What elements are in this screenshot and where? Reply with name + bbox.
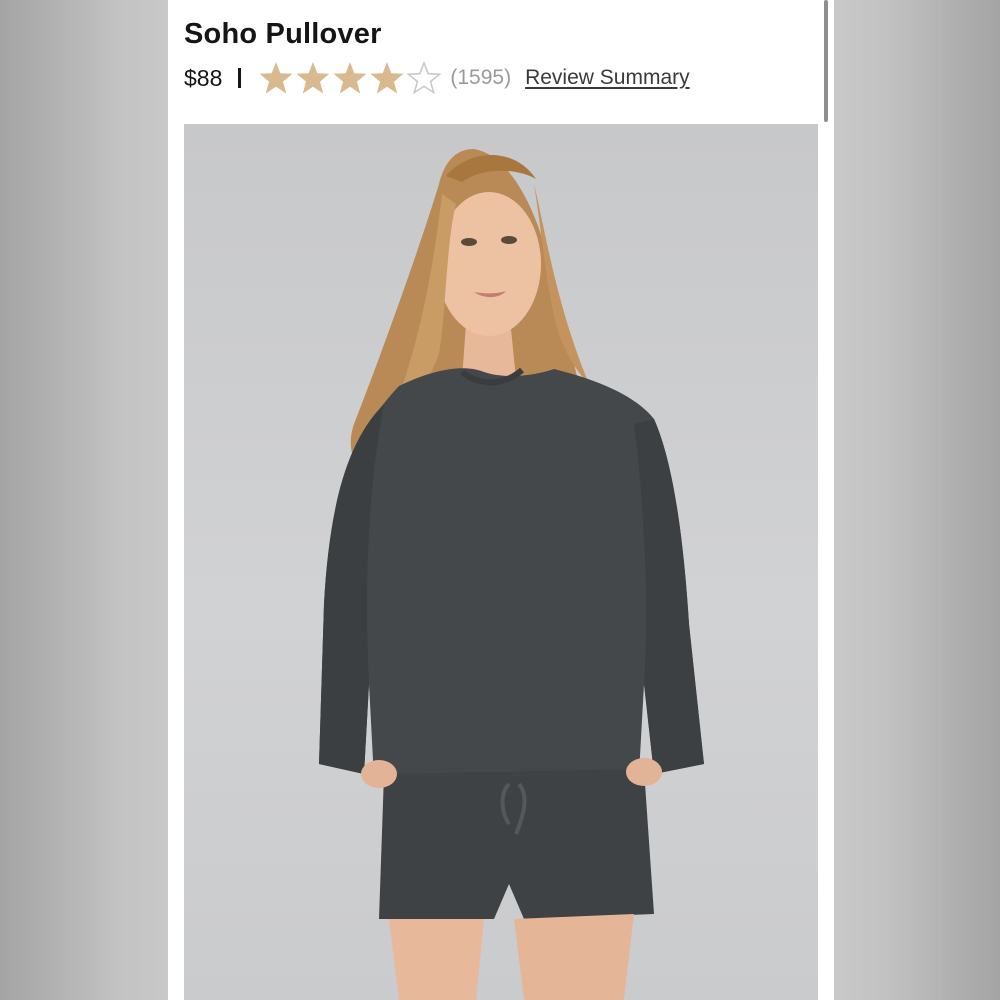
review-count: (1595) — [450, 66, 512, 89]
product-title: Soho Pullover — [184, 18, 382, 50]
model-photo — [319, 149, 704, 1000]
product-image[interactable] — [184, 124, 818, 1000]
star-icon-filled — [370, 62, 404, 94]
product-price: $88 — [184, 64, 223, 91]
blurred-background-right — [834, 0, 1000, 1000]
blurred-background-left — [0, 0, 168, 1000]
review-summary-link[interactable]: Review Summary — [525, 66, 690, 90]
product-panel: Soho Pullover $88 (1595) Review Summary — [168, 0, 834, 1000]
star-icon-filled — [259, 62, 293, 94]
star-icon-empty — [406, 61, 442, 95]
star-icon-filled — [296, 62, 330, 94]
scrollbar-thumb[interactable] — [824, 0, 828, 122]
price-rating-row: $88 (1595) Review Summary — [184, 58, 690, 98]
star-icon-filled — [333, 62, 367, 94]
price-divider — [238, 68, 242, 88]
star-rating[interactable] — [258, 61, 443, 95]
